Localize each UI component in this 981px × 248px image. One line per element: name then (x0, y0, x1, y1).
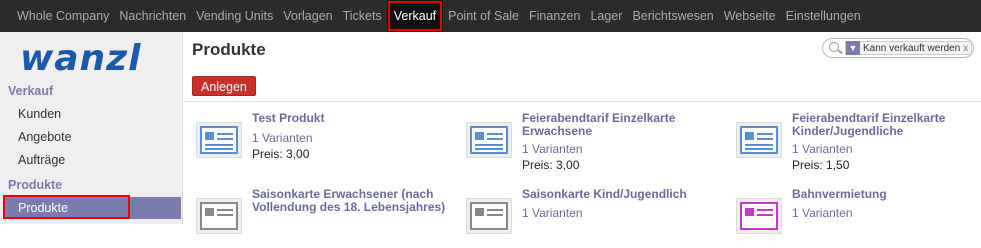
product-name[interactable]: Bahnvermietung (792, 188, 981, 201)
company-logo[interactable]: wanzl (16, 40, 166, 76)
facet-remove-button[interactable]: x (963, 43, 971, 54)
nav-webseite[interactable]: Webseite (719, 0, 781, 32)
product-variants: 1 Varianten (522, 206, 583, 220)
nav-lager[interactable]: Lager (585, 0, 627, 32)
product-card-icon (196, 122, 242, 158)
product-card[interactable]: Saisonkarte Erwachsener (nach Vollendung… (188, 188, 448, 248)
nav-point-of-sale[interactable]: Point of Sale (443, 0, 524, 32)
nav-whole-company[interactable]: Whole Company (12, 0, 114, 32)
sidebar-section-verkauf: Verkauf (8, 84, 54, 98)
svg-text:wanzl: wanzl (20, 40, 141, 76)
sidebar-item-auftraege[interactable]: Aufträge (18, 153, 65, 167)
nav-berichtswesen[interactable]: Berichtswesen (627, 0, 718, 32)
nav-tickets[interactable]: Tickets (338, 0, 387, 32)
search-input[interactable]: ▼ Kann verkauft werden x (822, 38, 974, 58)
product-name[interactable]: Saisonkarte Erwachsener (nach Vollendung… (252, 188, 452, 214)
product-card-icon (466, 122, 512, 158)
sidebar-item-kunden[interactable]: Kunden (18, 107, 61, 121)
product-card-icon (466, 198, 512, 234)
filter-icon: ▼ (846, 41, 860, 55)
product-variants: 1 Varianten (792, 206, 853, 220)
nav-verkauf[interactable]: Verkauf (386, 0, 444, 32)
product-name[interactable]: Saisonkarte Kind/Jugendlich (522, 188, 722, 201)
nav-vending-units[interactable]: Vending Units (191, 0, 278, 32)
product-variants: 1 Varianten (252, 131, 313, 145)
nav-finanzen[interactable]: Finanzen (524, 0, 585, 32)
product-price: Preis: 1,50 (792, 158, 850, 172)
product-card-icon (196, 198, 242, 234)
sidebar-section-produkte: Produkte (8, 178, 63, 192)
product-card-icon (736, 198, 782, 234)
search-facet: ▼ Kann verkauft werden x (845, 41, 973, 55)
search-icon (829, 42, 839, 52)
product-price: Preis: 3,00 (522, 158, 580, 172)
sidebar-item-produkte[interactable]: Produkte (3, 195, 181, 219)
product-price: Preis: 3,00 (252, 147, 310, 161)
product-card[interactable]: Bahnvermietung 1 Varianten (728, 188, 981, 248)
highlight-box (3, 195, 130, 219)
facet-label: Kann verkauft werden (863, 42, 961, 54)
product-card[interactable]: Test Produkt 1 Varianten Preis: 3,00 (188, 112, 448, 172)
sidebar: wanzl Verkauf Kunden Angebote Aufträge P… (0, 32, 183, 224)
product-name[interactable]: Feierabendtarif Einzelkarte Kinder/Jugen… (792, 112, 981, 138)
create-button[interactable]: Anlegen (192, 76, 256, 96)
product-variants: 1 Varianten (522, 142, 583, 156)
product-card[interactable]: Saisonkarte Kind/Jugendlich 1 Varianten (458, 188, 718, 248)
product-name[interactable]: Test Produkt (252, 112, 452, 125)
product-card-icon (736, 122, 782, 158)
product-card[interactable]: Feierabendtarif Einzelkarte Erwachsene 1… (458, 112, 718, 172)
product-variants: 1 Varianten (792, 142, 853, 156)
top-navigation-bar: Whole Company Nachrichten Vending Units … (0, 0, 981, 32)
product-card[interactable]: Feierabendtarif Einzelkarte Kinder/Jugen… (728, 112, 981, 172)
nav-vorlagen[interactable]: Vorlagen (278, 0, 337, 32)
page-title: Produkte (192, 40, 266, 59)
nav-nachrichten[interactable]: Nachrichten (114, 0, 191, 32)
control-panel: Produkte Anlegen ▼ Kann verkauft werden … (184, 32, 981, 102)
main-content: Produkte Anlegen ▼ Kann verkauft werden … (184, 32, 981, 234)
nav-einstellungen[interactable]: Einstellungen (781, 0, 866, 32)
sidebar-item-angebote[interactable]: Angebote (18, 130, 72, 144)
product-name[interactable]: Feierabendtarif Einzelkarte Erwachsene (522, 112, 722, 138)
